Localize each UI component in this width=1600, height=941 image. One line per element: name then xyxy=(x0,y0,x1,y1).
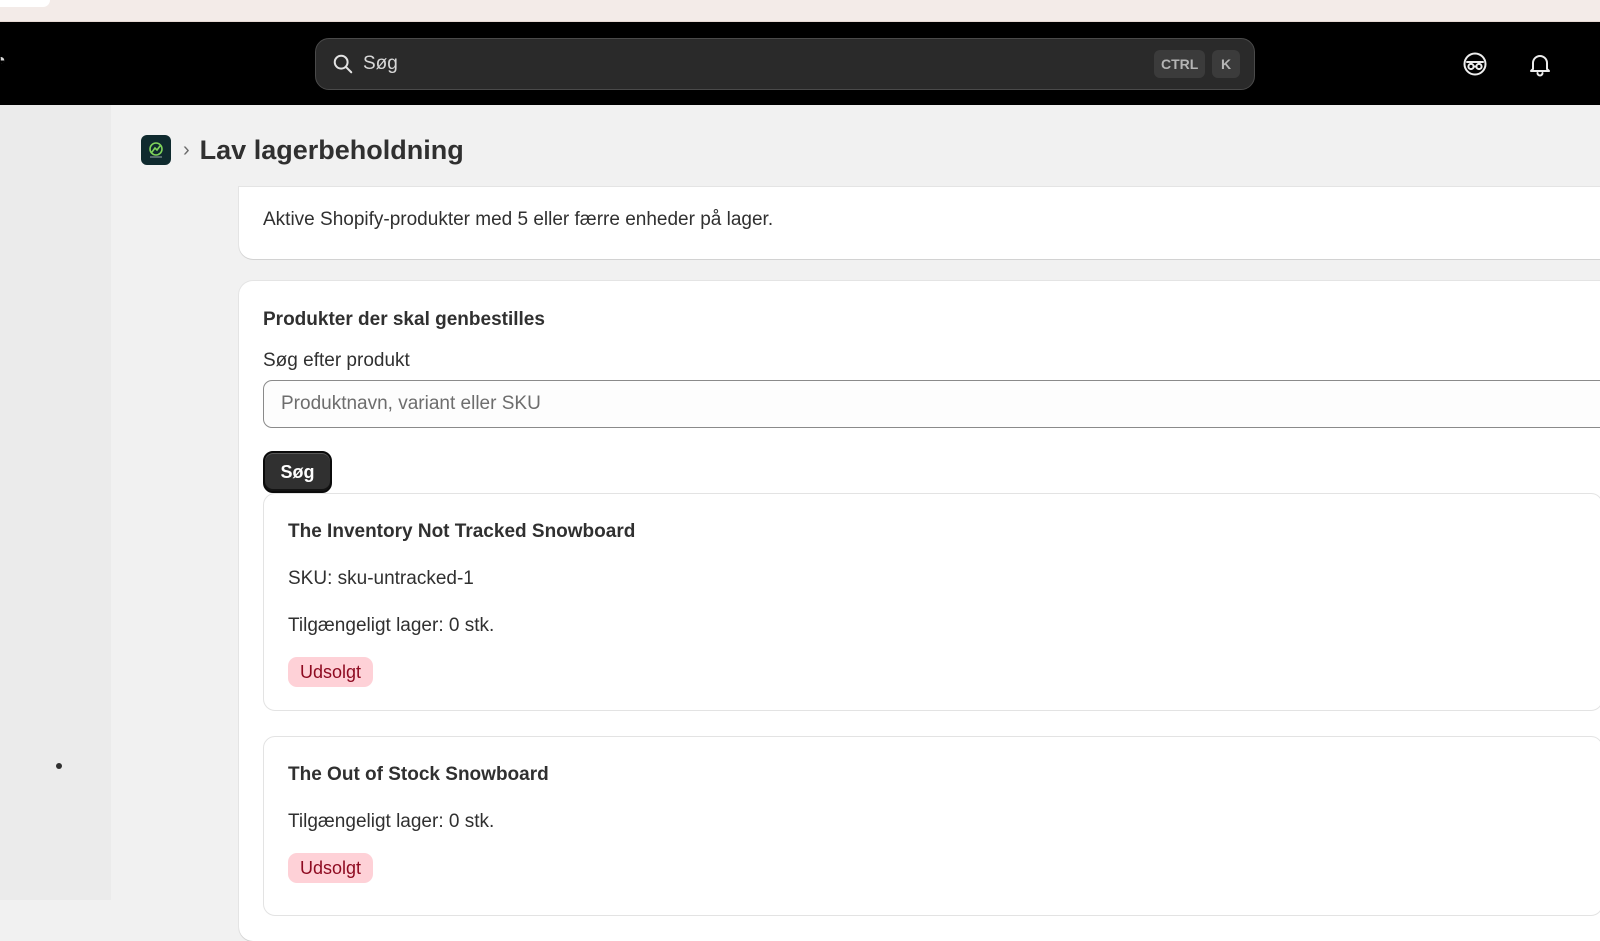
section-title: Produkter der skal genbestilles xyxy=(263,309,545,330)
chevron-right-icon: › xyxy=(183,138,190,161)
browser-tab[interactable] xyxy=(0,0,50,7)
store-switcher-edge-icon[interactable]: ◔ xyxy=(0,52,6,70)
browser-tab-strip xyxy=(0,0,1600,22)
shortcut-ctrl-key: CTRL xyxy=(1154,50,1206,78)
page-title: Lav lagerbeholdning xyxy=(199,134,464,165)
search-icon xyxy=(333,54,353,74)
sidebar xyxy=(0,105,111,900)
info-card: Aktive Shopify-produkter med 5 eller fær… xyxy=(239,187,1600,259)
breadcrumb: › Lav lagerbeholdning xyxy=(141,133,464,167)
info-description: Aktive Shopify-produkter med 5 eller fær… xyxy=(263,209,774,230)
sidebar-dot xyxy=(56,763,62,769)
product-sku: SKU: sku-untracked-1 xyxy=(288,568,474,589)
status-badge: Udsolgt xyxy=(288,657,374,687)
product-item: The Inventory Not Tracked Snowboard SKU:… xyxy=(263,493,1600,711)
product-name: The Out of Stock Snowboard xyxy=(288,764,549,785)
status-badge: Udsolgt xyxy=(288,853,374,883)
product-stock: Tilgængeligt lager: 0 stk. xyxy=(288,811,495,832)
top-bar: ◔ Søg CTRL K xyxy=(0,22,1600,105)
global-search-bar[interactable]: Søg CTRL K xyxy=(315,38,1255,90)
product-item: The Out of Stock Snowboard Tilgængeligt … xyxy=(263,736,1600,916)
product-search-input[interactable] xyxy=(263,380,1600,428)
app-logo-icon[interactable] xyxy=(141,135,171,165)
product-stock: Tilgængeligt lager: 0 stk. xyxy=(288,615,495,636)
product-search-label: Søg efter produkt xyxy=(263,350,410,371)
reorder-products-card: Produkter der skal genbestilles Søg efte… xyxy=(239,281,1600,941)
bell-icon[interactable] xyxy=(1527,51,1553,77)
incognito-icon[interactable] xyxy=(1462,51,1488,77)
shortcut-k-key: K xyxy=(1212,50,1240,78)
search-button[interactable]: Søg xyxy=(263,451,332,493)
global-search-placeholder: Søg xyxy=(363,53,398,74)
main-content: › Lav lagerbeholdning Aktive Shopify-pro… xyxy=(111,105,1600,941)
product-name: The Inventory Not Tracked Snowboard xyxy=(288,521,636,542)
